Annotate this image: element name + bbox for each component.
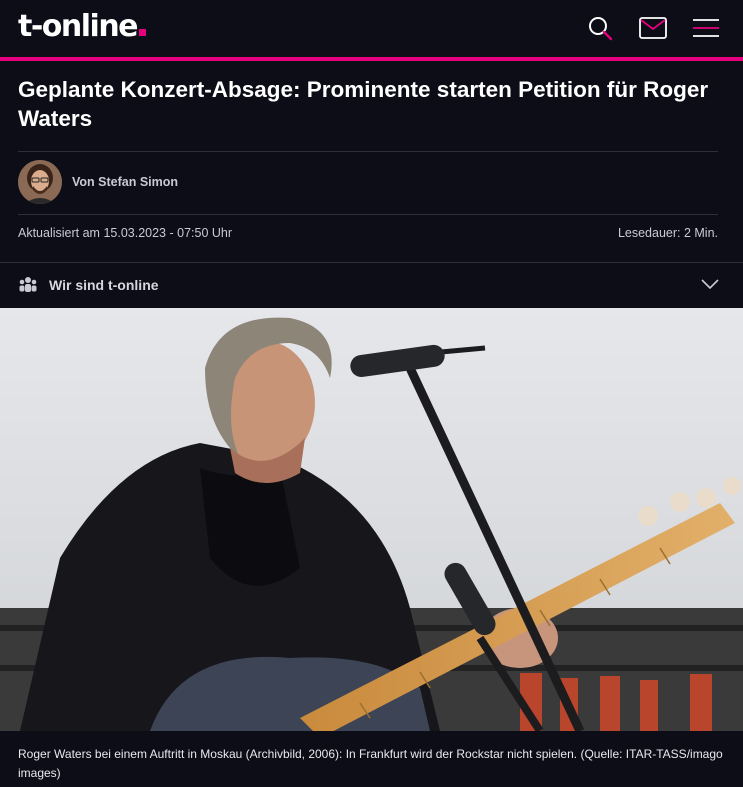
site-header: t-online [0,0,743,57]
photo-caption: Roger Waters bei einem Auftritt in Moska… [18,747,723,780]
search-button[interactable] [585,13,615,43]
mail-icon [639,17,667,39]
chevron-down-icon [701,279,719,290]
mail-button[interactable] [638,13,668,43]
article-headline: Geplante Konzert-Absage: Prominente star… [18,77,709,131]
divider [18,151,718,152]
article-photo[interactable] [0,308,743,731]
about-toggle[interactable]: Wir sind t-online [0,262,743,308]
author-avatar[interactable] [18,160,62,204]
logo-dot [139,29,147,36]
menu-icon [693,19,719,37]
logo-text: t-online [18,9,139,44]
author-row[interactable]: Von Stefan Simon [18,160,178,204]
photo-illustration [0,308,743,731]
menu-button[interactable] [691,13,721,43]
author-name[interactable]: Von Stefan Simon [72,175,178,189]
avatar-image [18,160,62,204]
read-time: Lesedauer: 2 Min. [617,226,718,240]
updated-timestamp: Aktualisiert am 15.03.2023 - 07:50 Uhr [18,226,233,240]
logo[interactable]: t-online [18,9,147,45]
people-icon [19,277,37,292]
divider [18,214,718,215]
page: t-online Geplante Konzert-Absage: Promin… [0,0,743,787]
about-label: Wir sind t-online [49,277,159,293]
search-icon [589,17,613,41]
header-accent-line [0,57,743,61]
